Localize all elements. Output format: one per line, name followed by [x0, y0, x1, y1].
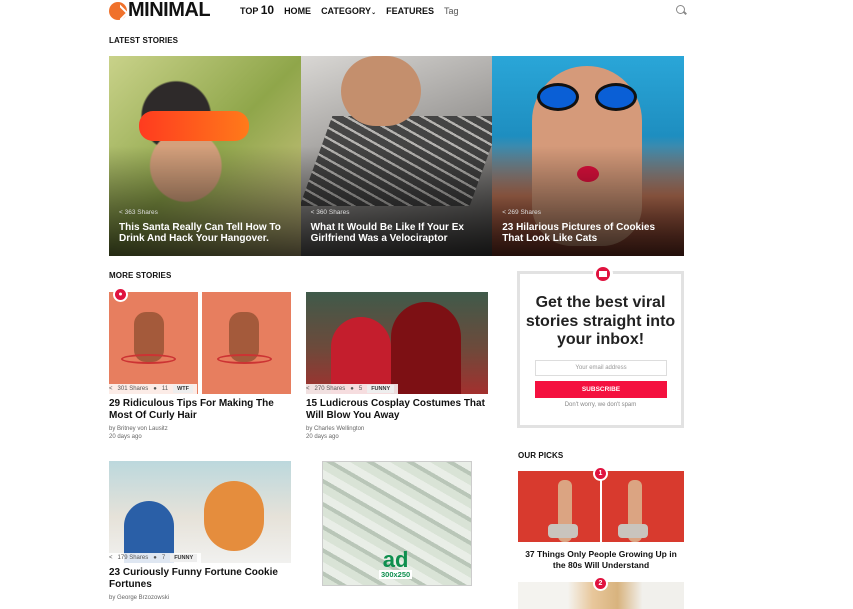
- ad-banner[interactable]: ad 300x250: [322, 461, 472, 586]
- category-badge[interactable]: FUNNY: [367, 385, 395, 393]
- more-stories-heading: MORE STORIES: [109, 271, 172, 280]
- email-field[interactable]: Your email address: [535, 360, 667, 376]
- story-title[interactable]: 23 Hilarious Pictures of Cookies That Lo…: [502, 222, 677, 244]
- pick-title[interactable]: 37 Things Only People Growing Up in the …: [518, 549, 684, 570]
- nav-features[interactable]: FEATURES: [386, 6, 434, 16]
- chevron-down-icon: ⌄: [371, 10, 377, 16]
- category-badge[interactable]: FUNNY: [170, 554, 198, 562]
- logo-icon: [109, 1, 127, 20]
- nav-category[interactable]: CATEGORY⌄: [321, 6, 376, 16]
- comment-icon: ●: [350, 386, 354, 392]
- newsletter-heading: Get the best viral stories straight into…: [525, 294, 676, 348]
- nav-top10[interactable]: TOP 10: [240, 3, 274, 17]
- share-count: < 360 Shares: [310, 209, 350, 216]
- story-byline: by Charles Wellington 20 days ago: [306, 426, 365, 440]
- comment-icon: ●: [153, 555, 157, 561]
- pick-rank-badge: 1: [593, 466, 608, 481]
- story-image[interactable]: <301 Shares ● 11 WTF: [109, 292, 291, 394]
- newsletter-note: Don't worry, we don't spam: [564, 402, 637, 408]
- story-title[interactable]: What It Would Be Like If Your Ex Girlfri…: [311, 222, 486, 244]
- story-meta: <270 Shares ● 5 FUNNY: [306, 384, 399, 394]
- story-image[interactable]: <179 Shares ● 7 FUNNY: [109, 461, 291, 563]
- search-icon[interactable]: [676, 5, 685, 14]
- share-icon: <: [306, 386, 310, 392]
- story-byline: by George Brzozowski: [109, 595, 170, 601]
- trending-fire-icon: ●: [113, 287, 128, 302]
- share-count: < 269 Shares: [502, 209, 542, 216]
- ad-label: ad 300x250: [379, 547, 413, 579]
- site-logo[interactable]: MINIMAL: [109, 0, 211, 21]
- latest-card[interactable]: < 269 Shares 23 Hilarious Pictures of Co…: [492, 56, 684, 256]
- story-title[interactable]: 23 Curiously Funny Fortune Cookie Fortun…: [109, 567, 291, 590]
- our-picks-heading: OUR PICKS: [518, 451, 564, 460]
- share-icon: <: [109, 555, 113, 561]
- story-card[interactable]: <270 Shares ● 5 FUNNY 15 Ludicrous Cospla…: [306, 292, 488, 441]
- story-byline: by Britney von Lausitz 20 days ago: [109, 426, 168, 440]
- story-image[interactable]: <270 Shares ● 5 FUNNY: [306, 292, 488, 394]
- story-card[interactable]: <301 Shares ● 11 WTF 29 Ridiculous Tips F…: [109, 292, 291, 441]
- mail-icon: [593, 264, 613, 284]
- share-icon: <: [109, 386, 113, 392]
- pick-rank-badge: 2: [593, 576, 608, 591]
- latest-stories: < 363 Shares This Santa Really Can Tell …: [109, 56, 684, 256]
- latest-card[interactable]: < 360 Shares What It Would Be Like If Yo…: [300, 56, 493, 256]
- story-title[interactable]: This Santa Really Can Tell How To Drink …: [119, 222, 294, 244]
- latest-stories-heading: LATEST STORIES: [109, 36, 179, 45]
- comment-icon: ●: [153, 386, 157, 392]
- newsletter-widget: Get the best viral stories straight into…: [517, 264, 684, 428]
- main-nav: TOP 10 HOME CATEGORY⌄ FEATURES Tag: [240, 3, 458, 17]
- pick-image[interactable]: [518, 471, 684, 542]
- story-title[interactable]: 29 Ridiculous Tips For Making The Most O…: [109, 398, 291, 421]
- latest-card[interactable]: < 363 Shares This Santa Really Can Tell …: [109, 56, 301, 256]
- story-meta: <179 Shares ● 7 FUNNY: [109, 553, 202, 563]
- subscribe-button[interactable]: SUBSCRIBE: [535, 381, 667, 398]
- site-header: MINIMAL TOP 10 HOME CATEGORY⌄ FEATURES T…: [0, 0, 853, 22]
- category-badge[interactable]: WTF: [173, 385, 193, 393]
- nav-home[interactable]: HOME: [284, 6, 311, 16]
- story-meta: <301 Shares ● 11 WTF: [109, 384, 197, 394]
- story-title[interactable]: 15 Ludicrous Cosplay Costumes That Will …: [306, 398, 488, 421]
- story-card[interactable]: <179 Shares ● 7 FUNNY 23 Curiously Funny …: [109, 461, 291, 602]
- logo-text: MINIMAL: [128, 0, 211, 21]
- nav-tag[interactable]: Tag: [444, 6, 459, 16]
- share-count: < 363 Shares: [119, 209, 158, 216]
